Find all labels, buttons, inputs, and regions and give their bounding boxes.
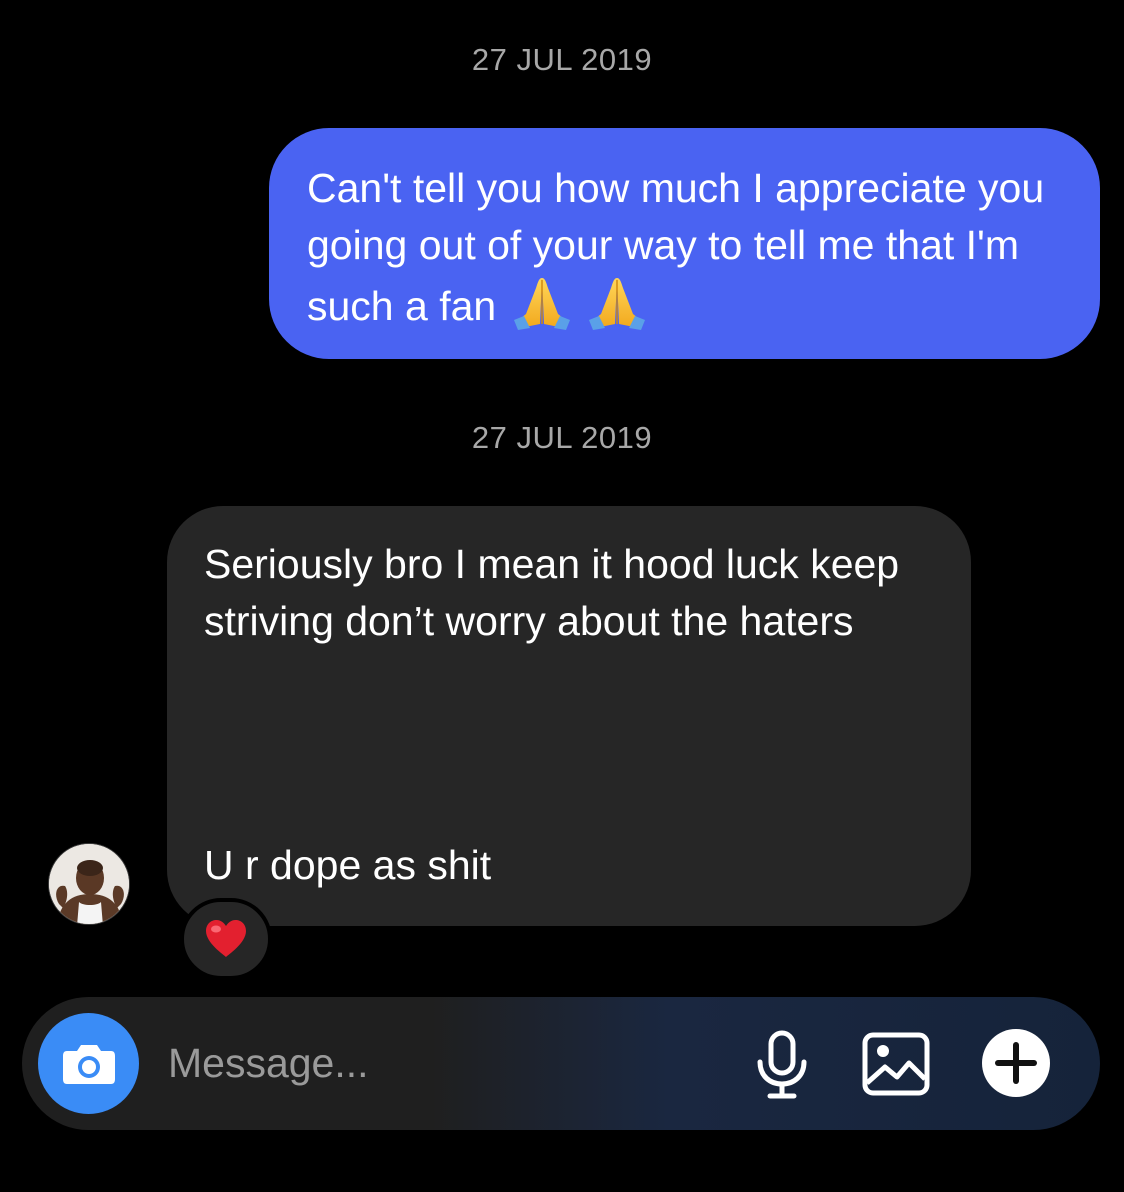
avatar-photo [49, 844, 129, 924]
avatar[interactable] [48, 843, 130, 925]
plus-icon [982, 1029, 1050, 1097]
microphone-icon [757, 1030, 807, 1099]
timestamp: 27 JUL 2019 [471, 42, 653, 77]
received-message-text: Seriously bro I mean it hood luck keep s… [204, 541, 900, 644]
camera-button[interactable] [38, 1013, 139, 1114]
received-message-bubble[interactable]: Seriously bro I mean it hood luck keep s… [167, 506, 971, 926]
timestamp: 27 JUL 2019 [471, 420, 653, 455]
message-composer [22, 997, 1100, 1130]
sent-message-bubble[interactable]: Can't tell you how much I appreciate you… [269, 128, 1100, 359]
gallery-button[interactable] [858, 1029, 934, 1099]
gallery-icon [862, 1032, 930, 1096]
heart-icon [206, 920, 246, 957]
message-input[interactable] [168, 1031, 728, 1095]
reaction-badge[interactable] [180, 898, 272, 980]
folded-hands-icon [513, 278, 570, 330]
folded-hands-icon [589, 278, 645, 330]
received-message-text-line2: U r dope as shit [204, 842, 492, 888]
sent-message-text: Can't tell you how much I appreciate you… [307, 165, 1045, 329]
microphone-button[interactable] [750, 1025, 814, 1105]
camera-icon [62, 1044, 115, 1084]
add-button[interactable] [980, 1027, 1052, 1099]
